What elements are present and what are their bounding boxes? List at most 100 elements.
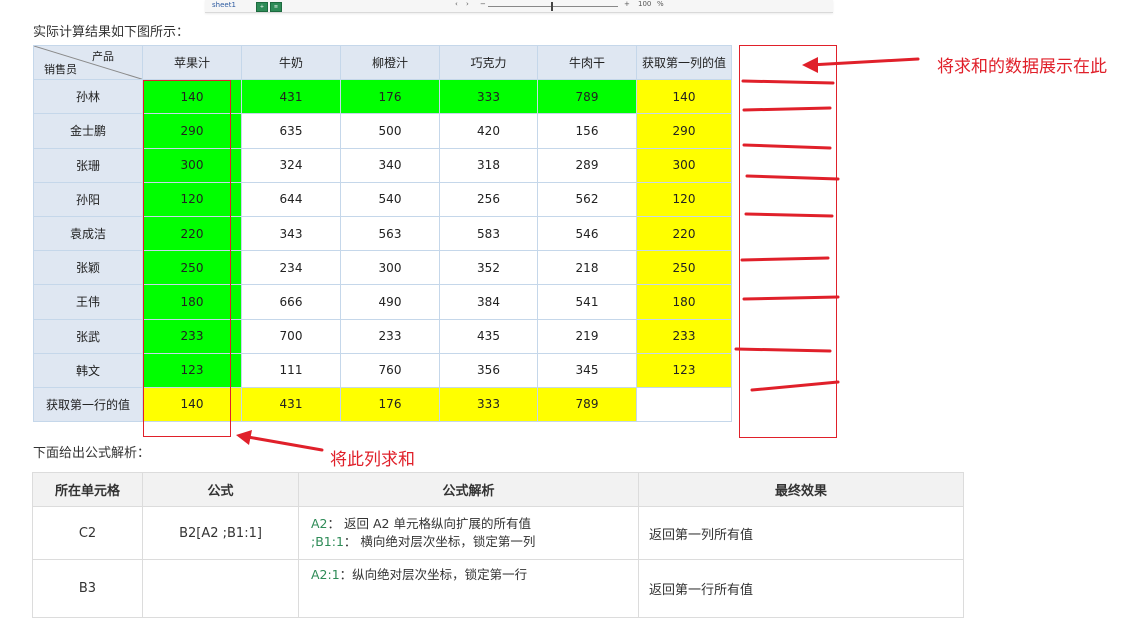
row-label: 孙阳 [33,181,143,217]
sheet-options-icon[interactable]: ≡ [270,2,282,12]
row-label: 袁成洁 [33,215,143,252]
formula-intro-text: 下面给出公式解析： [33,446,151,461]
table-row: 张武 233 700 233 435 219 233 [33,318,732,354]
data-cell: 356 [439,352,538,388]
data-cell: 218 [537,250,637,286]
data-cell: 176 [340,386,440,423]
data-cell: 180 [636,284,732,320]
data-cell: 352 [439,250,538,286]
data-cell: 644 [241,181,341,217]
data-cell: 300 [636,147,732,183]
data-cell: 500 [340,113,440,149]
formula-cell-ref: C2 [32,506,143,560]
data-cell: 563 [340,215,440,252]
data-cell: 333 [439,79,538,115]
data-cell: 233 [636,318,732,354]
explain-code: A2 [311,516,328,531]
scroll-right-icon[interactable]: › [466,0,469,8]
corner-salesman-label: 销售员 [44,63,77,77]
corner-cell: 产品 销售员 [33,44,143,81]
zoom-slider-knob[interactable] [551,2,553,11]
data-cell: 140 [636,79,732,115]
row-label: 张珊 [33,147,143,183]
row-label: 金士鹏 [33,113,143,149]
data-cell: 333 [439,386,538,423]
explain-text: ： 返回 A2 单元格纵向扩展的所有值 [327,516,531,531]
data-cell: 666 [241,284,341,320]
data-cell: 490 [340,284,440,320]
data-cell: 420 [439,113,538,149]
data-cell: 700 [241,318,341,354]
formula-table: 所在单元格 公式 公式解析 最终效果 C2 B2[A2 ;B1:1] A2： 返… [32,472,964,618]
row-label: 张武 [33,318,143,354]
data-cell: 120 [636,181,732,217]
data-cell: 345 [537,352,637,388]
data-cell: 343 [241,215,341,252]
note-sum-column: 将此列求和 [330,450,415,470]
header-cell: 巧克力 [439,44,538,81]
explain-text: ： 横向绝对层次坐标，锁定第一列 [343,534,536,549]
header-cell: 获取第一列的值 [636,44,732,81]
table-row: 张颖 250 234 300 352 218 250 [33,250,732,286]
data-cell: 220 [636,215,732,252]
explain-code: A2:1 [311,567,340,582]
formula-header-cell: 所在单元格 [32,472,143,507]
corner-product-label: 产品 [92,50,114,63]
row-label: 韩文 [33,352,143,388]
data-cell: 431 [241,386,341,423]
formula-explanation: A2： 返回 A2 单元格纵向扩展的所有值 ;B1:1： 横向绝对层次坐标，锁定… [298,506,639,560]
table-header-row: 产品 销售员 苹果汁 牛奶 柳橙汁 巧克力 牛肉干 获取第一列的值 [33,44,732,81]
explain-code: ;B1:1 [311,534,344,549]
percent-sign: % [657,0,664,8]
zoom-slider-track[interactable] [488,6,618,7]
data-cell: 583 [439,215,538,252]
data-cell: 562 [537,181,637,217]
data-cell: 234 [241,250,341,286]
data-cell: 290 [636,113,732,149]
data-cell: 324 [241,147,341,183]
zoom-in-icon[interactable]: + [624,0,630,8]
formula-code: B2[A2 ;B1:1] [142,506,299,560]
row-label: 王伟 [33,284,143,320]
formula-header-cell: 最终效果 [638,472,964,507]
table-row: 孙林 140 431 176 333 789 140 [33,79,732,115]
sheet-tab[interactable]: sheet1 [212,1,236,9]
data-cell: 431 [241,79,341,115]
data-cell: 300 [340,250,440,286]
formula-code [142,559,299,618]
formula-effect: 返回第一列所有值 [638,506,964,560]
data-cell: 789 [537,386,637,423]
data-cell: 250 [636,250,732,286]
scroll-left-icon[interactable]: ‹ [455,0,458,8]
data-cell: 289 [537,147,637,183]
explain-text: ：纵向绝对层次坐标，锁定第一行 [339,567,528,582]
note-sum-display: 将求和的数据展示在此 [937,57,1107,77]
data-cell: 156 [537,113,637,149]
table-row: 韩文 123 111 760 356 345 123 [33,352,732,388]
table-row: 张珊 300 324 340 318 289 300 [33,147,732,183]
data-cell [636,386,732,423]
add-sheet-icon[interactable]: + [256,2,268,12]
annotation-arrow-left [236,430,324,452]
header-cell: 牛肉干 [537,44,637,81]
data-cell: 541 [537,284,637,320]
data-cell: 546 [537,215,637,252]
header-cell: 牛奶 [241,44,341,81]
table-row: 孙阳 120 644 540 256 562 120 [33,181,732,217]
intro-text: 实际计算结果如下图所示： [33,25,190,40]
table-row: 袁成洁 220 343 563 583 546 220 [33,215,732,252]
formula-header-cell: 公式 [142,472,299,507]
zoom-out-icon[interactable]: − [480,0,486,8]
row-label: 孙林 [33,79,143,115]
table-row: 王伟 180 666 490 384 541 180 [33,284,732,320]
header-cell: 苹果汁 [142,44,242,81]
first-column-highlight-box [143,80,231,437]
data-cell: 123 [636,352,732,388]
data-cell: 789 [537,79,637,115]
data-cell: 340 [340,147,440,183]
formula-explanation: A2:1：纵向绝对层次坐标，锁定第一行 [298,559,639,618]
data-cell: 111 [241,352,341,388]
data-cell: 384 [439,284,538,320]
data-cell: 176 [340,79,440,115]
formula-header-row: 所在单元格 公式 公式解析 最终效果 [32,472,964,507]
